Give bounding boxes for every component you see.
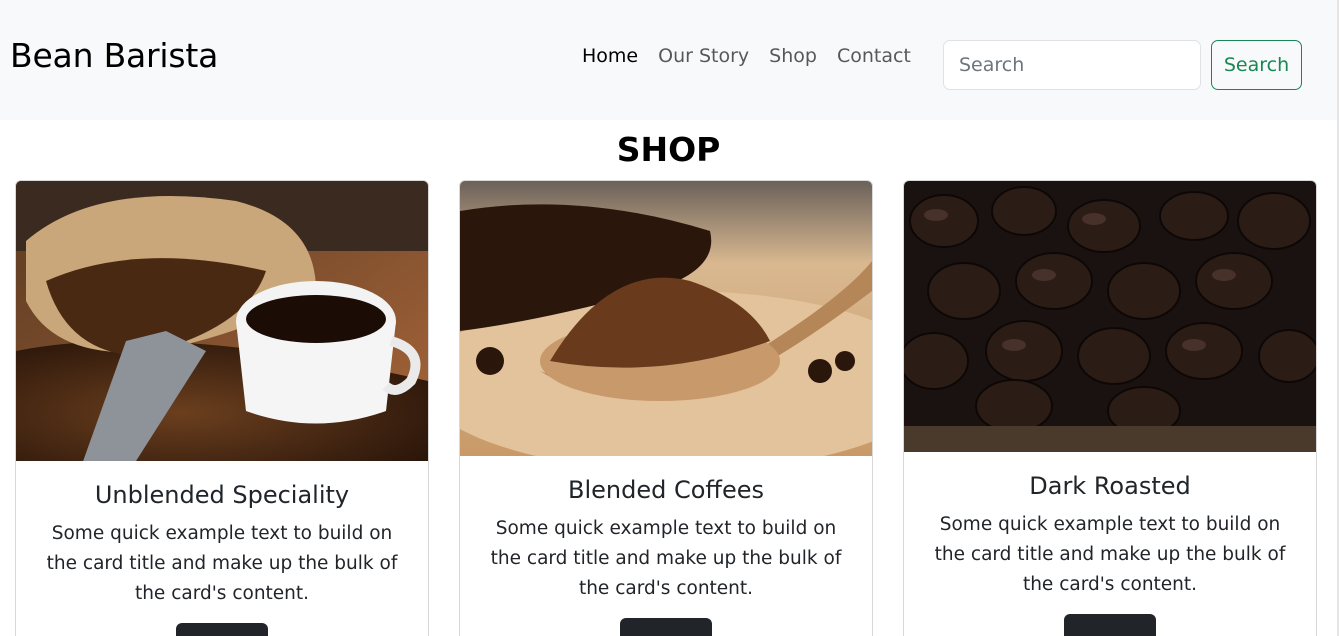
coffee-sack-and-cup-photo	[16, 181, 428, 461]
card-title: Dark Roasted	[1029, 472, 1191, 500]
search-button[interactable]: Search	[1211, 40, 1302, 90]
card-button[interactable]	[1064, 614, 1156, 636]
product-card-blended: Blended Coffees Some quick example text …	[459, 180, 873, 636]
nav-links: Home Our Story Shop Contact	[582, 45, 911, 67]
product-card-dark-roasted: Dark Roasted Some quick example text to …	[903, 180, 1317, 636]
nav-link-shop[interactable]: Shop	[769, 45, 817, 67]
navbar: Bean Barista Home Our Story Shop Contact…	[0, 0, 1337, 120]
page-title: SHOP	[616, 130, 721, 169]
search-input[interactable]	[943, 40, 1201, 90]
card-text: Some quick example text to build on the …	[934, 514, 1286, 595]
card-title: Unblended Speciality	[94, 481, 350, 509]
product-card-unblended: Unblended Speciality Some quick example …	[15, 180, 429, 636]
nav-link-our-story[interactable]: Our Story	[658, 45, 749, 67]
dark-roasted-beans-photo	[904, 181, 1316, 452]
brand-logo[interactable]: Bean Barista	[10, 36, 218, 75]
nav-link-home[interactable]: Home	[582, 45, 638, 67]
nav-link-contact[interactable]: Contact	[837, 45, 911, 67]
card-button[interactable]	[620, 618, 712, 636]
ground-coffee-spoon-photo	[460, 181, 872, 456]
card-text: Some quick example text to build on the …	[46, 523, 398, 604]
card-title: Blended Coffees	[568, 476, 764, 504]
card-button[interactable]	[176, 623, 268, 636]
card-text: Some quick example text to build on the …	[490, 518, 842, 599]
